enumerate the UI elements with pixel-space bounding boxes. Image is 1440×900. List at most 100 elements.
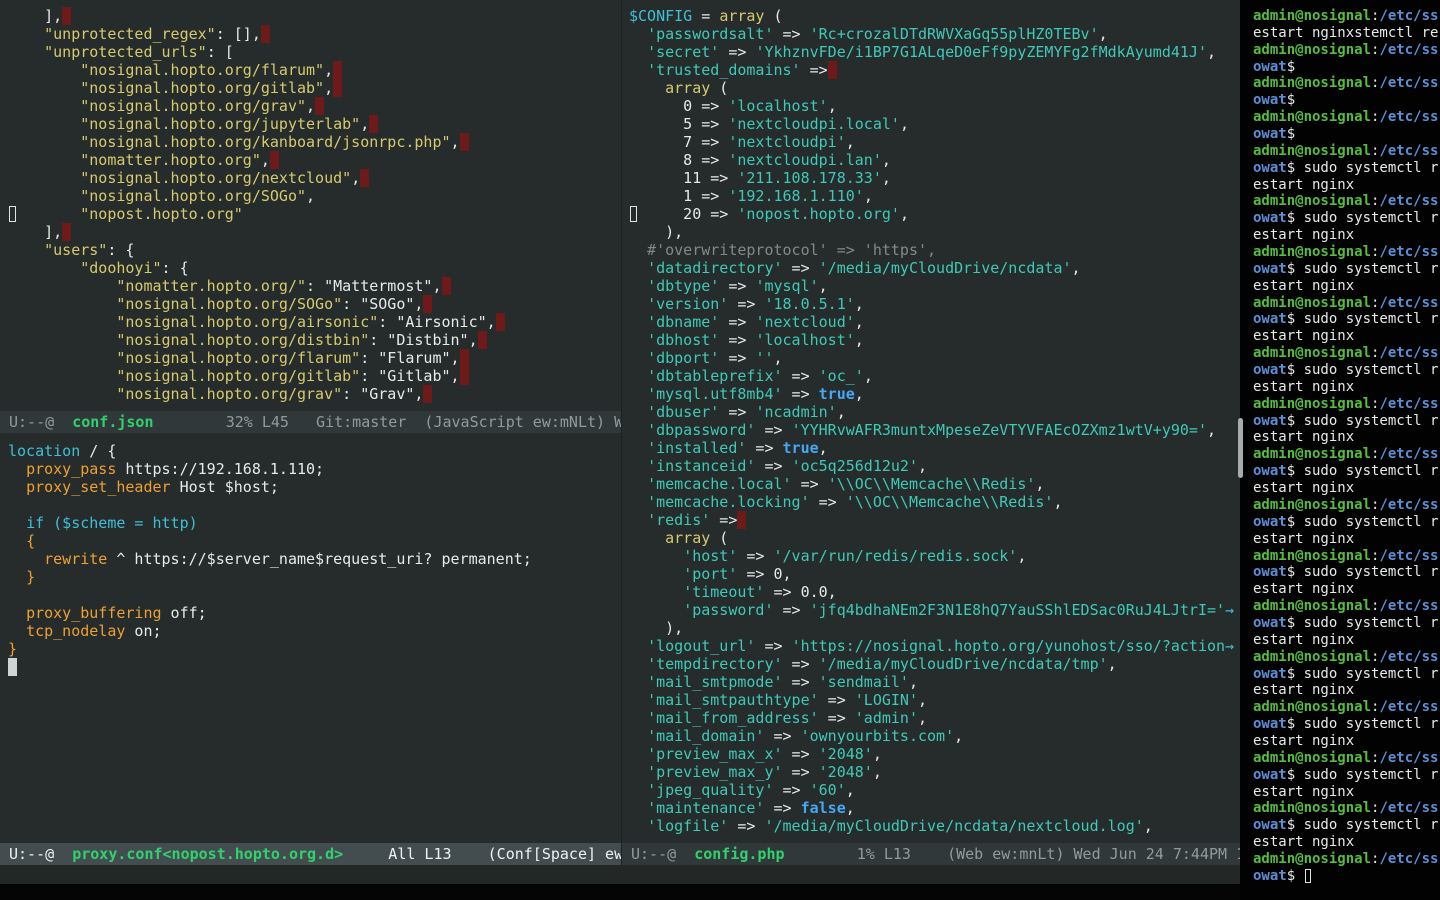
code-line[interactable]: "nosignal.hopto.org/gitlab": "Gitlab", <box>8 367 621 385</box>
terminal-line[interactable]: owat$ sudo systemctl r <box>1253 160 1440 177</box>
terminal-line[interactable]: estart nginx <box>1253 227 1440 244</box>
terminal-line[interactable]: owat$ sudo systemctl r <box>1253 666 1440 683</box>
code-line[interactable]: 'version' => '18.0.5.1', <box>629 295 1240 313</box>
code-line[interactable]: "nosignal.hopto.org/SOGo": "SOGo", <box>8 295 621 313</box>
terminal-line[interactable]: owat$ <box>1253 92 1440 109</box>
code-line[interactable]: "users": { <box>8 241 621 259</box>
code-line[interactable]: "unprotected_urls": [ <box>8 43 621 61</box>
terminal-line[interactable]: admin@nosignal:/etc/ss <box>1253 143 1440 160</box>
terminal-line[interactable]: admin@nosignal:/etc/ss <box>1253 497 1440 514</box>
code-line[interactable] <box>8 658 621 676</box>
terminal-line[interactable]: owat$ sudo systemctl r <box>1253 514 1440 531</box>
code-line[interactable]: ), <box>629 619 1240 637</box>
code-line[interactable]: { <box>8 532 621 550</box>
code-line[interactable]: 20 => 'nopost.hopto.org', <box>629 205 1240 223</box>
code-line[interactable]: 'preview_max_x' => '2048', <box>629 745 1240 763</box>
code-line[interactable]: ], <box>8 7 621 25</box>
code-line[interactable]: 'logout_url' => 'https://nosignal.hopto.… <box>629 637 1240 655</box>
code-line[interactable]: rewrite ^ https://$server_name$request_u… <box>8 550 621 568</box>
modeline-config-php[interactable]: U:--@ config.php 1% L13 (Web ew:mnLt) We… <box>621 843 1240 865</box>
terminal-line[interactable]: owat$ sudo systemctl r <box>1253 311 1440 328</box>
terminal-line[interactable]: owat$ <box>1253 868 1440 885</box>
code-line[interactable]: location / { <box>8 442 621 460</box>
terminal-line[interactable]: estart nginx <box>1253 480 1440 497</box>
code-line[interactable]: "nosignal.hopto.org/gitlab", <box>8 79 621 97</box>
terminal-line[interactable]: owat$ sudo systemctl r <box>1253 817 1440 834</box>
code-line[interactable]: "nosignal.hopto.org/kanboard/jsonrpc.php… <box>8 133 621 151</box>
terminal-line[interactable]: estart nginx <box>1253 379 1440 396</box>
code-line[interactable]: 'logfile' => '/media/myCloudDrive/ncdata… <box>629 817 1240 835</box>
code-line[interactable]: 'dbpassword' => 'YYHRvwAFR3muntxMpeseZeV… <box>629 421 1240 439</box>
code-line[interactable]: proxy_set_header Host $host; <box>8 478 621 496</box>
code-line[interactable]: array ( <box>629 79 1240 97</box>
modeline-text[interactable]: U:--@ conf.json 32% L45 Git:master (Java… <box>9 413 621 431</box>
scrollbar-thumb[interactable] <box>1238 418 1243 478</box>
code-line[interactable]: 1 => '192.168.1.110', <box>629 187 1240 205</box>
code-line[interactable]: 'dbport' => '', <box>629 349 1240 367</box>
code-line[interactable]: 5 => 'nextcloudpi.local', <box>629 115 1240 133</box>
code-line[interactable]: ), <box>629 223 1240 241</box>
terminal-line[interactable]: estart nginx <box>1253 834 1440 851</box>
code-line[interactable]: 'passwordsalt' => 'Rc+crozalDTdRWVXaGq55… <box>629 25 1240 43</box>
terminal-line[interactable]: admin@nosignal:/etc/ss <box>1253 295 1440 312</box>
editor-window-config-php[interactable]: $CONFIG = array ( 'passwordsalt' => 'Rc+… <box>621 0 1240 843</box>
terminal-pane[interactable]: admin@nosignal:/etc/ssestart nginxstemct… <box>1240 0 1440 900</box>
modeline-text[interactable]: U:--@ config.php 1% L13 (Web ew:mnLt) We… <box>631 845 1240 863</box>
terminal-line[interactable]: owat$ <box>1253 126 1440 143</box>
terminal-line[interactable]: estart nginx <box>1253 733 1440 750</box>
code-line[interactable]: } <box>8 640 621 658</box>
terminal-line[interactable]: owat$ sudo systemctl r <box>1253 716 1440 733</box>
code-line[interactable]: "nosignal.hopto.org/SOGo", <box>8 187 621 205</box>
code-line[interactable]: 'tempdirectory' => '/media/myCloudDrive/… <box>629 655 1240 673</box>
code-line[interactable]: 'redis' => <box>629 511 1240 529</box>
code-line[interactable]: 'port' => 0, <box>629 565 1240 583</box>
terminal-line[interactable]: owat$ sudo systemctl r <box>1253 767 1440 784</box>
code-line[interactable]: 'dbtype' => 'mysql', <box>629 277 1240 295</box>
code-line[interactable]: 'secret' => 'YkhznvFDe/i1BP7G1ALqeD0eFf9… <box>629 43 1240 61</box>
code-line[interactable]: "nosignal.hopto.org/grav": "Grav", <box>8 385 621 403</box>
code-line[interactable]: 'host' => '/var/run/redis/redis.sock', <box>629 547 1240 565</box>
code-line[interactable]: proxy_buffering off; <box>8 604 621 622</box>
code-line[interactable] <box>8 586 621 604</box>
terminal-line[interactable]: admin@nosignal:/etc/ss <box>1253 548 1440 565</box>
code-line[interactable]: "nosignal.hopto.org/airsonic": "Airsonic… <box>8 313 621 331</box>
terminal-line[interactable]: admin@nosignal:/etc/ss <box>1253 699 1440 716</box>
code-line[interactable]: 'mail_domain' => 'ownyourbits.com', <box>629 727 1240 745</box>
terminal-line[interactable]: estart nginxstemctl re <box>1253 25 1440 42</box>
terminal-line[interactable]: owat$ sudo systemctl r <box>1253 615 1440 632</box>
terminal-line[interactable]: admin@nosignal:/etc/ss <box>1253 193 1440 210</box>
code-line[interactable]: 'dbtableprefix' => 'oc_', <box>629 367 1240 385</box>
code-line[interactable]: 11 => '211.108.178.33', <box>629 169 1240 187</box>
code-line[interactable]: "nosignal.hopto.org/jupyterlab", <box>8 115 621 133</box>
terminal-line[interactable]: admin@nosignal:/etc/ss <box>1253 109 1440 126</box>
code-line[interactable]: "nosignal.hopto.org/distbin": "Distbin", <box>8 331 621 349</box>
code-line[interactable]: 'preview_max_y' => '2048', <box>629 763 1240 781</box>
code-line[interactable]: 'mail_smtpmode' => 'sendmail', <box>629 673 1240 691</box>
code-line[interactable]: 0 => 'localhost', <box>629 97 1240 115</box>
code-line[interactable]: 8 => 'nextcloudpi.lan', <box>629 151 1240 169</box>
terminal-line[interactable]: estart nginx <box>1253 581 1440 598</box>
terminal-line[interactable]: admin@nosignal:/etc/ss <box>1253 598 1440 615</box>
code-line[interactable]: if ($scheme = http) <box>8 514 621 532</box>
code-line[interactable]: 'mail_smtpauthtype' => 'LOGIN', <box>629 691 1240 709</box>
terminal-line[interactable]: admin@nosignal:/etc/ss <box>1253 42 1440 59</box>
code-line[interactable]: 'password' => 'jfq4bdhaNEm2F3N1E8hQ7YauS… <box>629 601 1240 619</box>
terminal-line[interactable]: estart nginx <box>1253 531 1440 548</box>
terminal-line[interactable]: admin@nosignal:/etc/ss <box>1253 446 1440 463</box>
modeline-text[interactable]: U:--@ proxy.conf<nopost.hopto.org.d> All… <box>9 845 621 863</box>
code-line[interactable]: tcp_nodelay on; <box>8 622 621 640</box>
code-line[interactable]: 'mail_from_address' => 'admin', <box>629 709 1240 727</box>
terminal-line[interactable]: owat$ sudo systemctl r <box>1253 463 1440 480</box>
code-line[interactable]: 'dbhost' => 'localhost', <box>629 331 1240 349</box>
code-line[interactable]: array ( <box>629 529 1240 547</box>
code-line[interactable]: "nosignal.hopto.org/grav", <box>8 97 621 115</box>
code-line[interactable]: "nosignal.hopto.org/flarum", <box>8 61 621 79</box>
code-line[interactable]: proxy_pass https://192.168.1.110; <box>8 460 621 478</box>
code-line[interactable]: 'timeout' => 0.0, <box>629 583 1240 601</box>
code-line[interactable]: 'trusted_domains' => <box>629 61 1240 79</box>
editor-window-conf-json[interactable]: ], "unprotected_regex": [], "unprotected… <box>0 0 621 411</box>
terminal-line[interactable]: admin@nosignal:/etc/ss <box>1253 750 1440 767</box>
terminal-line[interactable]: estart nginx <box>1253 177 1440 194</box>
terminal-line[interactable]: owat$ sudo systemctl r <box>1253 261 1440 278</box>
code-line[interactable]: 'installed' => true, <box>629 439 1240 457</box>
